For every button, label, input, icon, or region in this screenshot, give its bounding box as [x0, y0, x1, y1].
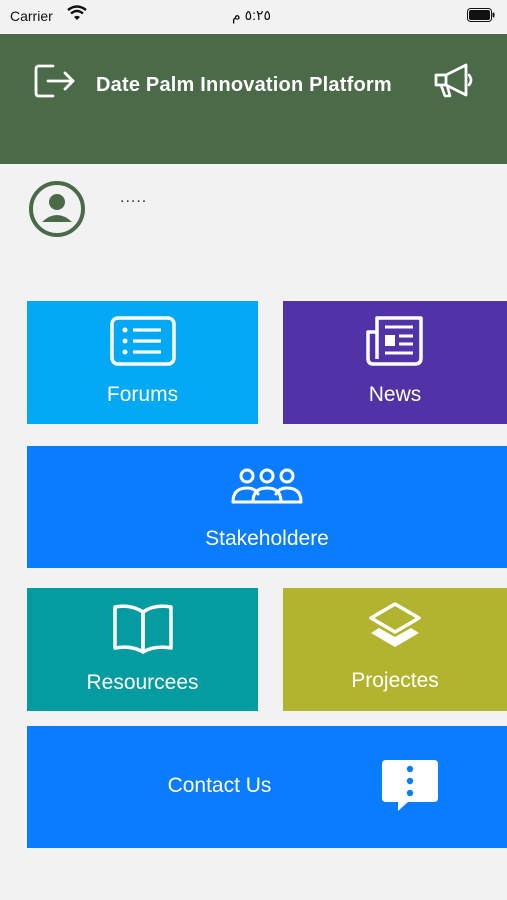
list-icon: [109, 316, 176, 366]
page-title: Date Palm Innovation Platform: [96, 74, 392, 96]
status-time: ٥:٢٥ م: [232, 7, 272, 23]
resources-tile[interactable]: Resourcees: [27, 588, 258, 711]
username-label: .....: [120, 189, 148, 206]
newspaper-icon: [366, 316, 423, 366]
forums-tile[interactable]: Forums: [27, 301, 258, 424]
forums-label: Forums: [106, 383, 179, 406]
group-icon: [231, 468, 303, 504]
avatar[interactable]: [28, 180, 86, 238]
layers-icon: [369, 602, 421, 647]
contact-us-label: Contact Us: [167, 774, 272, 797]
megaphone-icon: [434, 63, 473, 98]
announcements-button[interactable]: [432, 60, 476, 102]
contact-us-tile[interactable]: Contact Us: [27, 726, 507, 848]
status-bar: Carrier ٥:٢٥ م: [0, 0, 507, 34]
book-icon: [112, 604, 173, 654]
chat-icon: [382, 760, 438, 811]
battery-icon: [467, 8, 495, 22]
projects-label: Projectes: [351, 669, 439, 692]
stakeholders-tile[interactable]: Stakeholdere: [27, 446, 507, 568]
news-tile[interactable]: News: [283, 301, 507, 424]
projects-tile[interactable]: Projectes: [283, 588, 507, 711]
logout-button[interactable]: [33, 60, 77, 102]
user-icon: [29, 181, 85, 237]
wifi-icon: [67, 5, 87, 20]
app-header: Date Palm Innovation Platform: [0, 34, 507, 164]
news-label: News: [368, 383, 422, 406]
exit-icon: [34, 64, 75, 98]
carrier-label: Carrier: [10, 8, 53, 24]
stakeholders-label: Stakeholdere: [205, 527, 329, 550]
resources-label: Resourcees: [86, 671, 199, 694]
